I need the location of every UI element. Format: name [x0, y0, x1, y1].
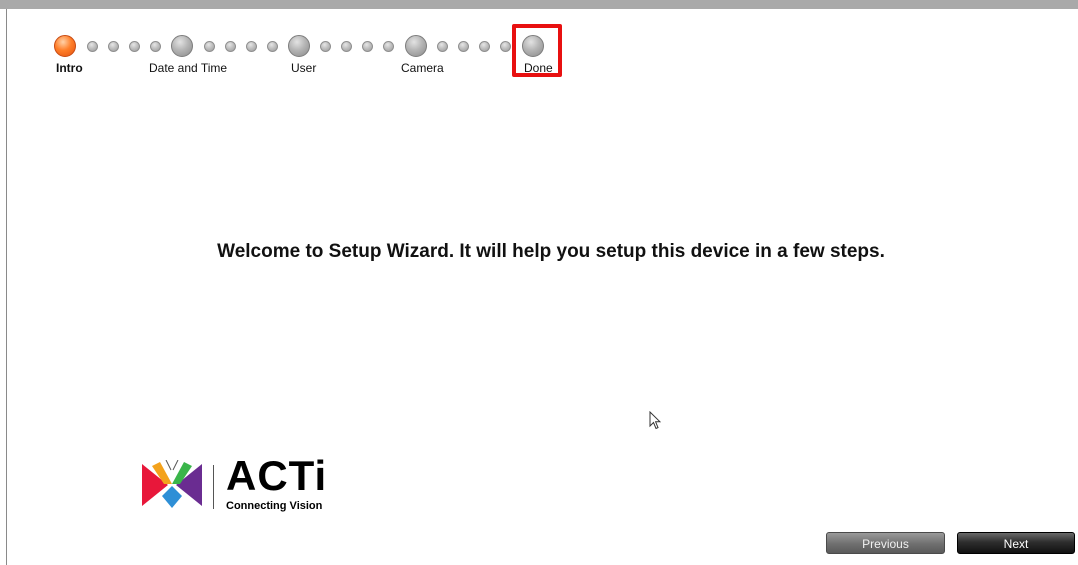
mouse-cursor-icon — [649, 411, 661, 430]
step-dot — [108, 41, 119, 52]
step-dot — [479, 41, 490, 52]
step-label-camera: Camera — [401, 61, 444, 75]
step-label-date-and-time: Date and Time — [149, 61, 228, 75]
step-dot — [87, 41, 98, 52]
previous-button[interactable]: Previous — [826, 532, 945, 554]
step-marker-user[interactable] — [288, 35, 310, 57]
step-dot — [362, 41, 373, 52]
step-dot — [500, 41, 511, 52]
step-dot — [204, 41, 215, 52]
left-border — [6, 9, 7, 565]
welcome-message: Welcome to Setup Wizard. It will help yo… — [217, 241, 885, 262]
step-label-intro: Intro — [56, 61, 83, 75]
step-dot — [150, 41, 161, 52]
step-dot — [383, 41, 394, 52]
step-dot — [225, 41, 236, 52]
step-dot — [437, 41, 448, 52]
logo-tagline: Connecting Vision — [226, 500, 323, 512]
step-marker-intro[interactable] — [54, 35, 76, 57]
logo-divider — [213, 465, 214, 509]
step-marker-date-and-time[interactable] — [171, 35, 193, 57]
done-step-highlight — [512, 24, 562, 77]
step-dot — [320, 41, 331, 52]
next-button[interactable]: Next — [957, 532, 1075, 554]
step-dot — [458, 41, 469, 52]
step-dot — [267, 41, 278, 52]
step-dot — [246, 41, 257, 52]
step-dot — [129, 41, 140, 52]
top-border — [0, 0, 1078, 9]
step-marker-camera[interactable] — [405, 35, 427, 57]
acti-logo-icon — [142, 460, 202, 508]
step-dot — [341, 41, 352, 52]
step-label-user: User — [291, 61, 317, 75]
logo-wordmark: ACTi — [226, 452, 328, 499]
